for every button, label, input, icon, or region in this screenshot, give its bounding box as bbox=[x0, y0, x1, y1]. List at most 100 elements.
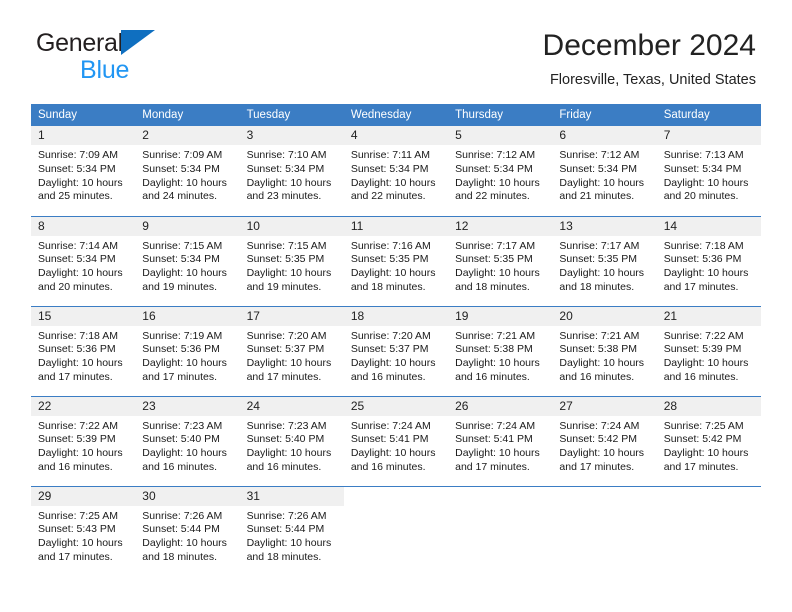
day-cell[interactable]: 27 Sunrise: 7:24 AM Sunset: 5:42 PM Dayligh… bbox=[552, 395, 657, 487]
day-cell[interactable]: 30 Sunrise: 7:26 AM Sunset: 5:44 PM Dayligh… bbox=[135, 485, 240, 577]
sunrise-text: Sunrise: 7:20 AM bbox=[246, 329, 327, 342]
sunset-text: Sunset: 5:40 PM bbox=[142, 433, 220, 446]
daylight-text-line2: and 18 minutes. bbox=[350, 280, 426, 293]
day-cell[interactable]: 26 Sunrise: 7:24 AM Sunset: 5:41 PM Dayligh… bbox=[448, 395, 553, 487]
day-details bbox=[448, 506, 552, 510]
day-cell[interactable]: 16 Sunrise: 7:19 AM Sunset: 5:36 PM Dayligh… bbox=[135, 305, 240, 397]
day-number: 12 bbox=[448, 216, 553, 236]
sunrise-text: Sunrise: 7:24 AM bbox=[455, 419, 536, 432]
day-details: Sunrise: 7:24 AM Sunset: 5:41 PM Daylight:… bbox=[344, 416, 448, 474]
day-cell[interactable]: 24 Sunrise: 7:23 AM Sunset: 5:40 PM Dayligh… bbox=[239, 395, 344, 487]
day-cell[interactable]: 2 Sunrise: 7:09 AM Sunset: 5:34 PM Daylight… bbox=[135, 126, 240, 217]
sunrise-text: Sunrise: 7:21 AM bbox=[559, 329, 640, 342]
sunset-text: Sunset: 5:34 PM bbox=[455, 162, 533, 175]
day-details: Sunrise: 7:22 AM Sunset: 5:39 PM Daylight:… bbox=[657, 326, 761, 384]
day-cell[interactable]: 29 Sunrise: 7:25 AM Sunset: 5:43 PM Dayligh… bbox=[31, 485, 136, 577]
daylight-text-line2: and 16 minutes. bbox=[455, 370, 530, 383]
day-details: Sunrise: 7:25 AM Sunset: 5:42 PM Daylight:… bbox=[657, 416, 761, 474]
daylight-text-line1: Daylight: 10 hours bbox=[455, 447, 540, 460]
day-number: 21 bbox=[656, 306, 761, 326]
day-details: Sunrise: 7:25 AM Sunset: 5:43 PM Daylight:… bbox=[31, 506, 135, 564]
day-number: 26 bbox=[448, 396, 553, 416]
day-cell[interactable]: 10 Sunrise: 7:15 AM Sunset: 5:35 PM Dayligh… bbox=[239, 215, 344, 307]
daylight-text-line2: and 19 minutes. bbox=[142, 280, 217, 293]
day-cell[interactable]: 1 Sunrise: 7:09 AM Sunset: 5:34 PM Daylight… bbox=[31, 126, 136, 217]
daylight-text-line2: and 17 minutes. bbox=[142, 370, 217, 383]
logo-triangle-icon bbox=[120, 30, 155, 55]
calendar-page: General Blue December 2024 Floresville, … bbox=[0, 0, 792, 612]
day-number: 31 bbox=[239, 486, 344, 506]
day-cell[interactable]: 19 Sunrise: 7:21 AM Sunset: 5:38 PM Dayligh… bbox=[448, 305, 553, 397]
calendar-grid: Sunday Monday Tuesday Wednesday Thursday Frid… bbox=[31, 104, 761, 577]
day-cell[interactable]: 23 Sunrise: 7:23 AM Sunset: 5:40 PM Dayligh… bbox=[135, 395, 240, 487]
daylight-text-line1: Daylight: 10 hours bbox=[142, 447, 227, 460]
day-cell[interactable]: 25 Sunrise: 7:24 AM Sunset: 5:41 PM Dayligh… bbox=[343, 395, 449, 487]
daylight-text-line1: Daylight: 10 hours bbox=[559, 447, 645, 460]
sunset-text: Sunset: 5:35 PM bbox=[455, 253, 533, 266]
daylight-text-line2: and 25 minutes. bbox=[38, 190, 113, 203]
day-number: 10 bbox=[239, 216, 344, 236]
day-cell[interactable]: 4 Sunrise: 7:11 AM Sunset: 5:34 PM Daylight… bbox=[343, 126, 449, 217]
daylight-text-line1: Daylight: 10 hours bbox=[663, 267, 749, 280]
sunset-text: Sunset: 5:44 PM bbox=[142, 523, 220, 536]
day-cell[interactable]: 12 Sunrise: 7:17 AM Sunset: 5:35 PM Dayligh… bbox=[448, 215, 553, 307]
day-cell[interactable]: 5 Sunrise: 7:12 AM Sunset: 5:34 PM Daylight… bbox=[448, 126, 553, 217]
weekday-header-saturday: Saturday bbox=[656, 104, 761, 127]
day-number bbox=[657, 487, 761, 506]
day-details: Sunrise: 7:26 AM Sunset: 5:44 PM Daylight:… bbox=[240, 506, 344, 564]
sunset-text: Sunset: 5:43 PM bbox=[38, 523, 116, 536]
sunset-text: Sunset: 5:35 PM bbox=[246, 253, 325, 266]
day-details: Sunrise: 7:24 AM Sunset: 5:41 PM Daylight:… bbox=[448, 416, 552, 474]
day-cell[interactable]: 15 Sunrise: 7:18 AM Sunset: 5:36 PM Dayligh… bbox=[31, 305, 136, 397]
daylight-text-line2: and 17 minutes. bbox=[663, 280, 739, 293]
weekday-header-wednesday: Wednesday bbox=[343, 104, 449, 127]
day-number: 5 bbox=[448, 126, 553, 146]
sunset-text: Sunset: 5:35 PM bbox=[350, 253, 429, 266]
day-cell[interactable]: 20 Sunrise: 7:21 AM Sunset: 5:38 PM Dayligh… bbox=[552, 305, 657, 397]
day-details: Sunrise: 7:15 AM Sunset: 5:34 PM Daylight:… bbox=[135, 236, 239, 294]
day-cell[interactable]: 31 Sunrise: 7:26 AM Sunset: 5:44 PM Dayligh… bbox=[239, 485, 344, 577]
day-cell[interactable]: 14 Sunrise: 7:18 AM Sunset: 5:36 PM Dayligh… bbox=[656, 215, 761, 307]
day-cell[interactable]: 11 Sunrise: 7:16 AM Sunset: 5:35 PM Dayligh… bbox=[343, 215, 449, 307]
sunrise-text: Sunrise: 7:18 AM bbox=[38, 329, 118, 342]
sunset-text: Sunset: 5:37 PM bbox=[350, 343, 429, 356]
day-cell[interactable]: 18 Sunrise: 7:20 AM Sunset: 5:37 PM Dayligh… bbox=[343, 305, 449, 397]
day-cell[interactable]: 13 Sunrise: 7:17 AM Sunset: 5:35 PM Dayligh… bbox=[552, 215, 657, 307]
daylight-text-line1: Daylight: 10 hours bbox=[350, 447, 436, 460]
day-cell[interactable]: 3 Sunrise: 7:10 AM Sunset: 5:34 PM Daylight… bbox=[239, 126, 344, 217]
day-cell[interactable]: 22 Sunrise: 7:22 AM Sunset: 5:39 PM Dayligh… bbox=[31, 395, 136, 487]
day-details: Sunrise: 7:21 AM Sunset: 5:38 PM Daylight:… bbox=[448, 326, 552, 384]
day-number: 8 bbox=[31, 216, 136, 236]
day-cell[interactable]: 9 Sunrise: 7:15 AM Sunset: 5:34 PM Daylight… bbox=[135, 215, 240, 307]
day-cell[interactable]: 17 Sunrise: 7:20 AM Sunset: 5:37 PM Dayligh… bbox=[239, 305, 344, 397]
title-block: December 2024 Floresville, Texas, United… bbox=[543, 28, 756, 88]
sunset-text: Sunset: 5:39 PM bbox=[38, 433, 116, 446]
sunrise-text: Sunrise: 7:10 AM bbox=[246, 149, 327, 162]
day-cell[interactable]: 21 Sunrise: 7:22 AM Sunset: 5:39 PM Dayligh… bbox=[656, 305, 761, 397]
day-details: Sunrise: 7:26 AM Sunset: 5:44 PM Daylight:… bbox=[135, 506, 239, 564]
day-cell[interactable]: 7 Sunrise: 7:13 AM Sunset: 5:34 PM Daylight… bbox=[656, 126, 761, 217]
day-cell[interactable]: 6 Sunrise: 7:12 AM Sunset: 5:34 PM Daylight… bbox=[552, 126, 657, 217]
day-cell[interactable]: 28 Sunrise: 7:25 AM Sunset: 5:42 PM Dayligh… bbox=[656, 395, 761, 487]
day-number: 30 bbox=[135, 486, 240, 506]
day-cell[interactable]: 8 Sunrise: 7:14 AM Sunset: 5:34 PM Daylight… bbox=[31, 215, 136, 307]
daylight-text-line2: and 22 minutes. bbox=[455, 190, 530, 203]
daylight-text-line2: and 16 minutes. bbox=[663, 370, 739, 383]
day-details bbox=[552, 506, 656, 510]
day-number: 2 bbox=[135, 126, 240, 146]
sunrise-text: Sunrise: 7:25 AM bbox=[38, 509, 118, 522]
daylight-text-line1: Daylight: 10 hours bbox=[350, 176, 436, 189]
sunrise-text: Sunrise: 7:24 AM bbox=[350, 419, 431, 432]
sunrise-text: Sunrise: 7:25 AM bbox=[663, 419, 744, 432]
day-number: 28 bbox=[656, 396, 761, 416]
daylight-text-line2: and 16 minutes. bbox=[142, 460, 217, 473]
day-number: 25 bbox=[343, 396, 449, 416]
weekday-header-tuesday: Tuesday bbox=[239, 104, 344, 127]
daylight-text-line1: Daylight: 10 hours bbox=[38, 267, 123, 280]
calendar-body: 1 Sunrise: 7:09 AM Sunset: 5:34 PM Daylight… bbox=[31, 126, 761, 577]
weekday-header-friday: Friday bbox=[552, 104, 657, 127]
day-number: 11 bbox=[343, 216, 449, 236]
daylight-text-line2: and 20 minutes. bbox=[663, 190, 739, 203]
day-cell-empty bbox=[343, 485, 449, 577]
weekday-header-row: Sunday Monday Tuesday Wednesday Thursday Frid… bbox=[31, 104, 761, 127]
